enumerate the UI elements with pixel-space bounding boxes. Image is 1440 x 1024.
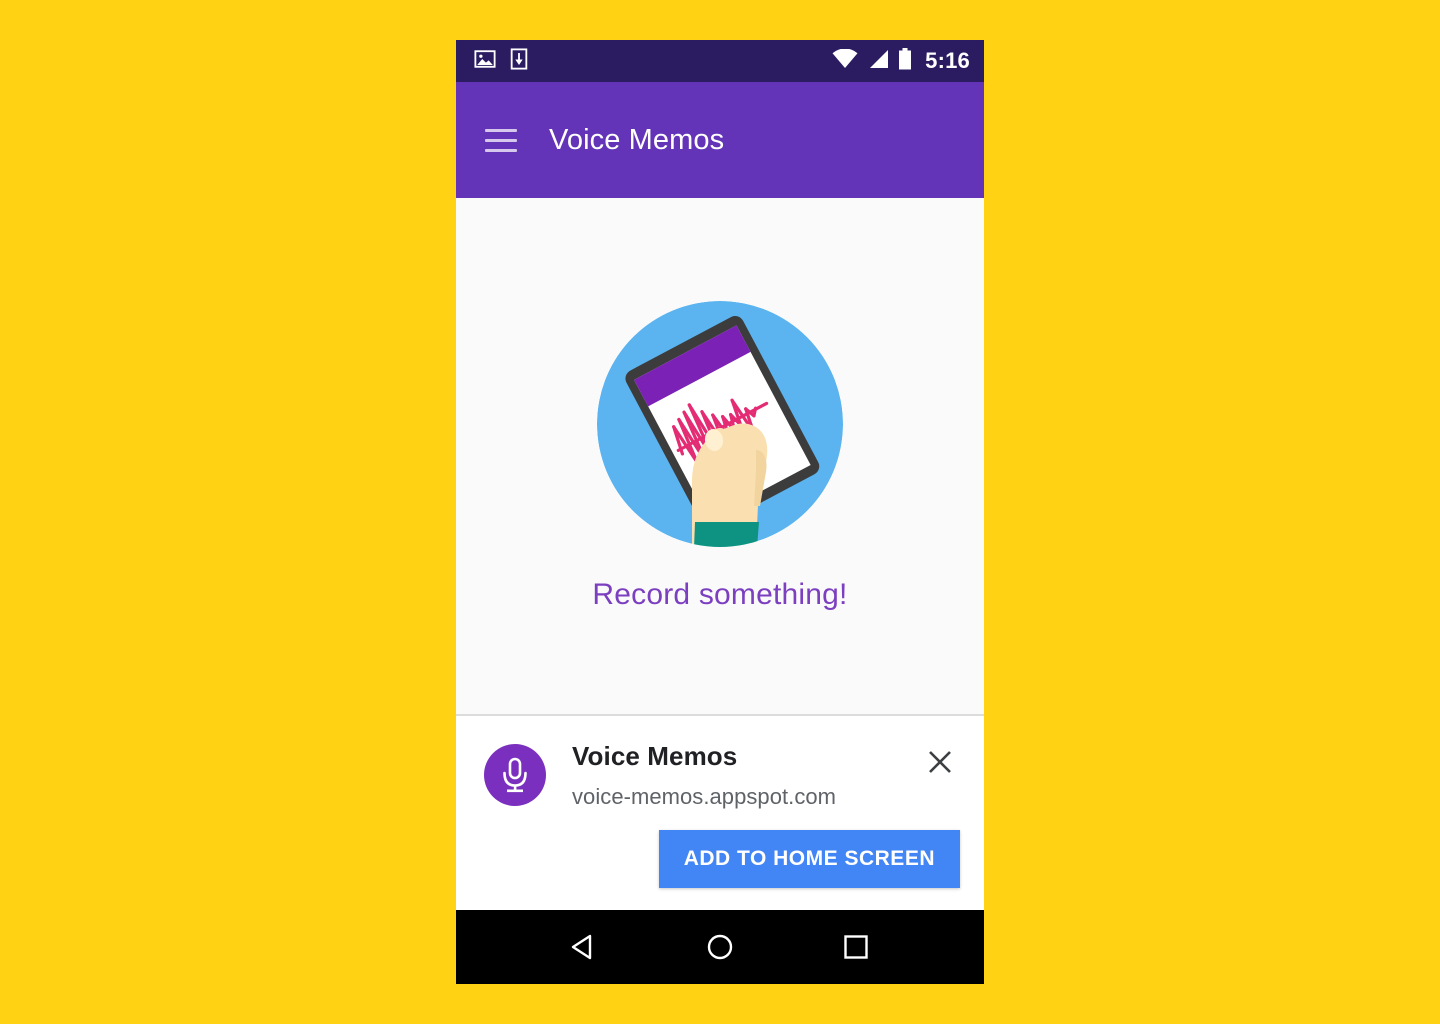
download-icon bbox=[510, 47, 528, 75]
microphone-icon bbox=[484, 744, 546, 807]
banner-text-block: Voice Memos voice-memos.appspot.com bbox=[572, 740, 836, 810]
android-navigation-bar bbox=[456, 910, 984, 984]
empty-state-message: Record something! bbox=[592, 578, 848, 612]
status-bar: 5:16 bbox=[456, 40, 984, 82]
menu-line bbox=[485, 148, 517, 152]
phone-screen: 5:16 Voice Memos Record something! Voice… bbox=[456, 40, 984, 984]
add-to-home-screen-banner: Voice Memos voice-memos.appspot.com ADD … bbox=[456, 716, 984, 910]
hamburger-menu-icon[interactable] bbox=[485, 119, 527, 161]
status-bar-left-icons bbox=[474, 47, 528, 75]
home-circle-icon bbox=[707, 934, 733, 960]
wifi-icon bbox=[832, 48, 858, 74]
app-bar: Voice Memos bbox=[456, 82, 984, 198]
banner-actions-row: ADD TO HOME SCREEN bbox=[484, 830, 960, 888]
cellular-signal-icon bbox=[867, 49, 889, 74]
close-icon[interactable] bbox=[920, 742, 960, 782]
status-bar-right-icons: 5:16 bbox=[832, 47, 970, 75]
recents-button[interactable] bbox=[824, 915, 888, 979]
banner-app-url: voice-memos.appspot.com bbox=[572, 784, 837, 809]
screenshot-image-icon bbox=[474, 48, 496, 75]
hand-holding-phone-recording-illustration bbox=[596, 300, 844, 549]
battery-icon bbox=[898, 47, 912, 75]
status-bar-time: 5:16 bbox=[925, 48, 970, 73]
home-button[interactable] bbox=[688, 915, 752, 979]
banner-header-row: Voice Memos voice-memos.appspot.com bbox=[484, 740, 960, 810]
back-triangle-icon bbox=[571, 934, 592, 960]
main-content: Record something! bbox=[456, 198, 984, 717]
banner-app-name: Voice Memos bbox=[572, 741, 738, 772]
menu-line bbox=[485, 138, 517, 142]
menu-line bbox=[485, 128, 517, 132]
recents-square-icon bbox=[844, 935, 868, 959]
back-button[interactable] bbox=[552, 915, 616, 979]
add-to-home-screen-button[interactable]: ADD TO HOME SCREEN bbox=[658, 830, 960, 888]
page-title: Voice Memos bbox=[549, 123, 725, 156]
